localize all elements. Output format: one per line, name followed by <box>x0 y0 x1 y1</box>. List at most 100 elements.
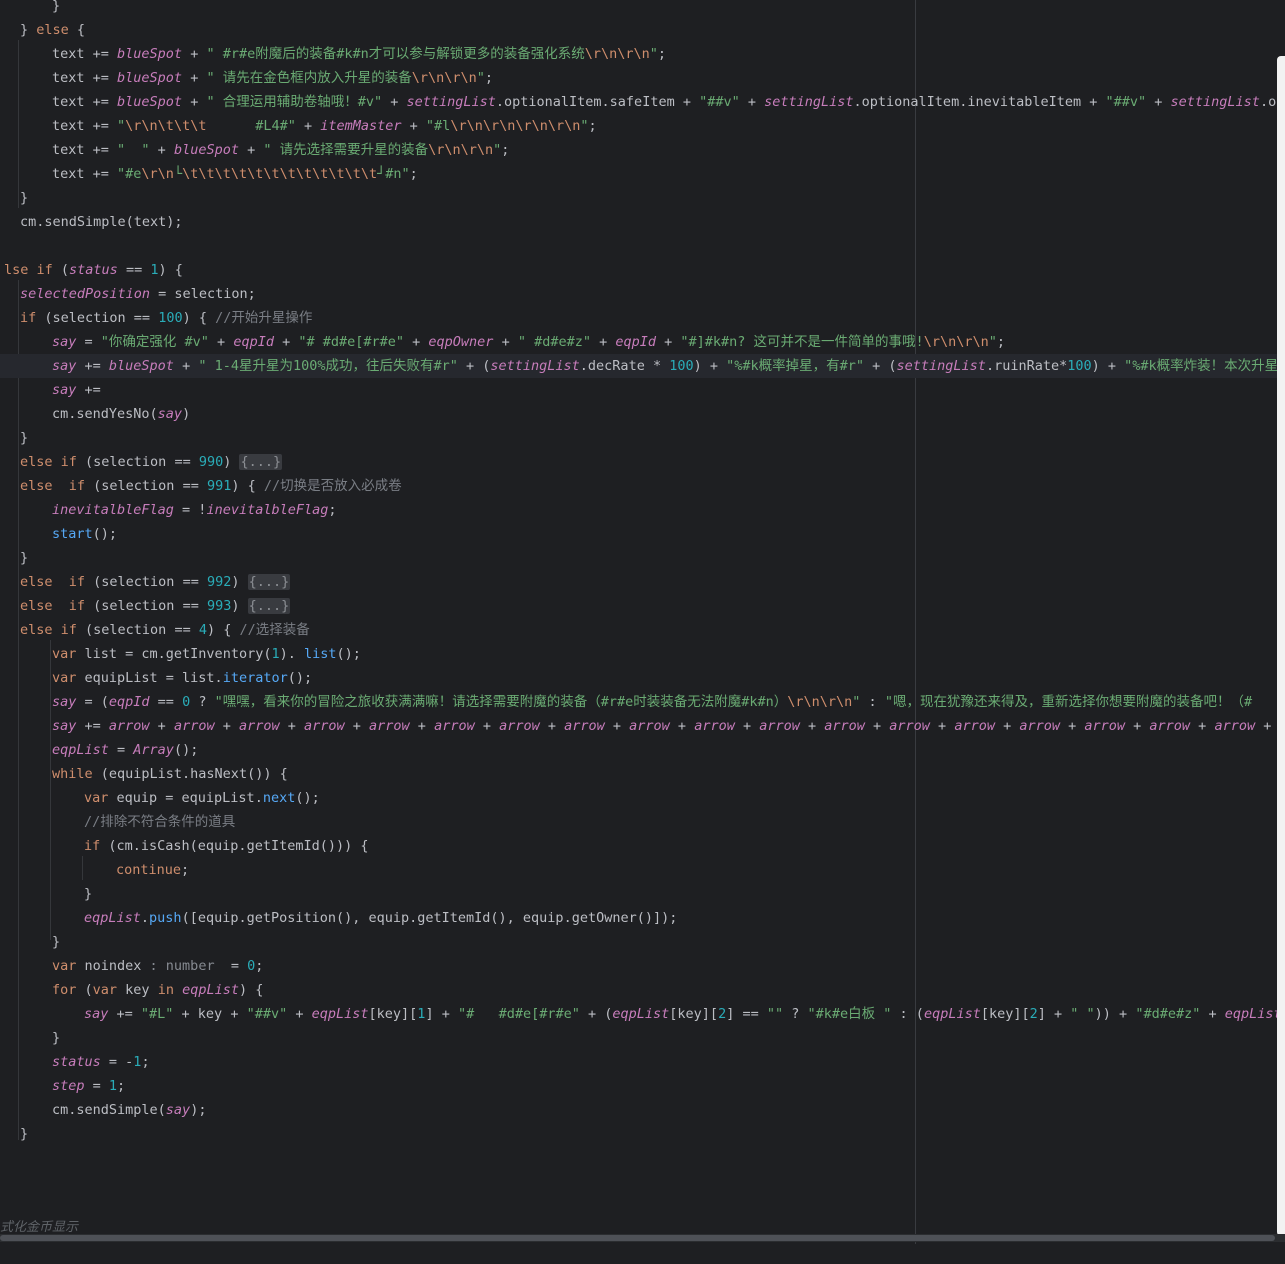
code-token: + <box>182 94 207 110</box>
code-line[interactable]: say += <box>0 378 101 402</box>
code-line[interactable]: else if (selection == 4) { //选择装备 <box>0 618 310 642</box>
code-line[interactable]: inevitalbleFlag = !inevitalbleFlag; <box>0 498 337 522</box>
code-token: text += <box>52 118 118 134</box>
code-line[interactable]: } else { <box>0 18 85 42</box>
code-line[interactable]: } <box>0 546 28 570</box>
folded-code-block[interactable]: {...} <box>247 574 291 590</box>
code-token: text += <box>52 70 118 86</box>
code-line[interactable]: else if (selection == 991) { //切换是否放入必成卷 <box>0 474 402 498</box>
code-token: 100 <box>1067 358 1092 374</box>
code-token: arrow <box>1019 718 1060 734</box>
code-token: ) { <box>206 622 240 638</box>
code-line[interactable]: var equip = equipList.next(); <box>0 786 320 810</box>
code-line[interactable]: say += "#L" + key + "##v" + eqpList[key]… <box>0 1002 1285 1026</box>
code-token: ) { <box>158 262 183 278</box>
code-token: inevitalbleFlag <box>52 502 174 518</box>
code-line[interactable]: } <box>0 1026 60 1050</box>
code-token: " #d#e#z" <box>517 334 591 350</box>
code-token: : <box>860 694 885 710</box>
code-line[interactable]: } <box>0 0 60 18</box>
code-token: + ( <box>457 358 491 374</box>
code-line[interactable]: selectedPosition = selection; <box>0 282 256 306</box>
code-token: key <box>117 982 158 998</box>
folded-code-block[interactable]: {...} <box>247 598 291 614</box>
code-token: say <box>52 334 77 350</box>
code-token: + <box>656 334 681 350</box>
code-token: else <box>36 22 69 38</box>
code-token: settingList <box>764 94 854 110</box>
code-line[interactable]: if (selection == 100) { //开始升星操作 <box>0 306 312 330</box>
folded-code-block[interactable]: {...} <box>239 454 283 470</box>
code-line[interactable]: status = -1; <box>0 1050 150 1074</box>
code-line[interactable]: } <box>0 930 60 954</box>
code-line[interactable]: text += "\r\n\t\t\t #L4#" + itemMaster +… <box>0 114 597 138</box>
code-token: ) { <box>231 478 264 494</box>
code-token: + <box>994 718 1020 734</box>
code-line[interactable]: start(); <box>0 522 117 546</box>
code-line[interactable]: eqpList.push([equip.getPosition(), equip… <box>0 906 677 930</box>
code-token: + <box>669 718 695 734</box>
code-line[interactable]: //排除不符合条件的道具 <box>0 810 235 834</box>
code-line[interactable]: cm.sendSimple(text); <box>0 210 183 234</box>
code-token: say <box>52 718 77 734</box>
code-token: " <box>117 118 126 134</box>
horizontal-scrollbar-thumb[interactable] <box>0 1235 1275 1241</box>
code-line[interactable]: say = (eqpId == 0 ? "嘿嘿，看来你的冒险之旅收获满满嘛！请选… <box>0 690 1252 714</box>
code-line[interactable] <box>0 234 4 258</box>
code-token: + <box>739 94 765 110</box>
code-line[interactable]: say += blueSpot + " 1-4星升星为100%成功，往后失败有#… <box>0 354 1285 378</box>
code-line[interactable]: text += blueSpot + " 合理运用辅助卷轴哦！#v" + set… <box>0 90 1285 114</box>
code-token: in <box>157 982 174 998</box>
code-line[interactable]: say = "你确定强化 #v" + eqpId + "# #d#e[#r#e"… <box>0 330 1005 354</box>
code-token: = <box>76 334 101 350</box>
code-token: " <box>580 118 589 134</box>
code-line[interactable]: while (equipList.hasNext()) { <box>0 762 288 786</box>
code-line[interactable]: } <box>0 1122 28 1146</box>
code-line[interactable]: eqpList = Array(); <box>0 738 198 762</box>
code-token: (selection == <box>36 310 159 326</box>
code-token: } <box>20 22 37 38</box>
code-token: #L4#" <box>206 118 296 134</box>
code-token: } <box>20 190 29 206</box>
code-token: + <box>238 142 264 158</box>
code-token: eqpList <box>84 910 141 926</box>
code-token: blueSpot <box>108 358 174 374</box>
code-line[interactable]: cm.sendYesNo(say) <box>0 402 190 426</box>
code-token: eqpId <box>615 334 657 350</box>
code-line[interactable]: else if (selection == 992) {...} <box>0 570 291 594</box>
code-editor[interactable]: }} else {text += blueSpot + " #r#e附魔后的装备… <box>0 0 1285 1264</box>
code-line[interactable]: lse if (status == 1) { <box>0 258 183 282</box>
code-line[interactable]: for (var key in eqpList) { <box>0 978 263 1002</box>
code-line[interactable]: text += "#e\r\n└\t\t\t\t\t\t\t\t\t\t\t\t… <box>0 162 418 186</box>
code-line[interactable]: } <box>0 186 28 210</box>
code-line[interactable]: continue; <box>0 858 189 882</box>
code-token: ; <box>996 334 1005 350</box>
code-line[interactable]: step = 1; <box>0 1074 125 1098</box>
code-token: eqpList <box>923 1006 981 1022</box>
code-line[interactable]: text += blueSpot + " #r#e附魔后的装备#k#n才可以参与… <box>0 42 666 66</box>
code-token: text += <box>52 46 118 62</box>
code-token: text += <box>52 94 118 110</box>
code-line[interactable]: else if (selection == 990) {...} <box>0 450 283 474</box>
code-line[interactable]: else if (selection == 993) {...} <box>0 594 291 618</box>
code-line[interactable]: } <box>0 882 92 906</box>
code-token: inevitalbleFlag <box>206 502 329 518</box>
code-token: (equipList.hasNext()) { <box>92 766 288 782</box>
code-line[interactable]: var list = cm.getInventory(1). list(); <box>0 642 361 666</box>
code-line[interactable]: say += arrow + arrow + arrow + arrow + a… <box>0 714 1285 738</box>
code-line[interactable]: text += blueSpot + " 请先在金色框内放入升星的装备\r\n\… <box>0 66 493 90</box>
code-line[interactable]: text += " " + blueSpot + " 请先选择需要升星的装备\r… <box>0 138 509 162</box>
code-token: : ( <box>891 1006 924 1022</box>
vertical-scrollbar[interactable] <box>1277 56 1285 1236</box>
code-line[interactable]: cm.sendSimple(say); <box>0 1098 206 1122</box>
code-line[interactable]: var noindex : number = 0; <box>0 954 263 978</box>
code-line[interactable]: } <box>0 426 28 450</box>
code-token: arrow <box>238 718 280 734</box>
code-token: "# #d#e[#r#e" <box>298 334 405 350</box>
code-line[interactable]: if (cm.isCash(equip.getItemId())) { <box>0 834 368 858</box>
editor-bottom-area <box>0 1244 1285 1264</box>
code-line[interactable]: var equipList = list.iterator(); <box>0 666 312 690</box>
code-token: " <box>476 70 485 86</box>
code-token: say <box>84 1006 109 1022</box>
